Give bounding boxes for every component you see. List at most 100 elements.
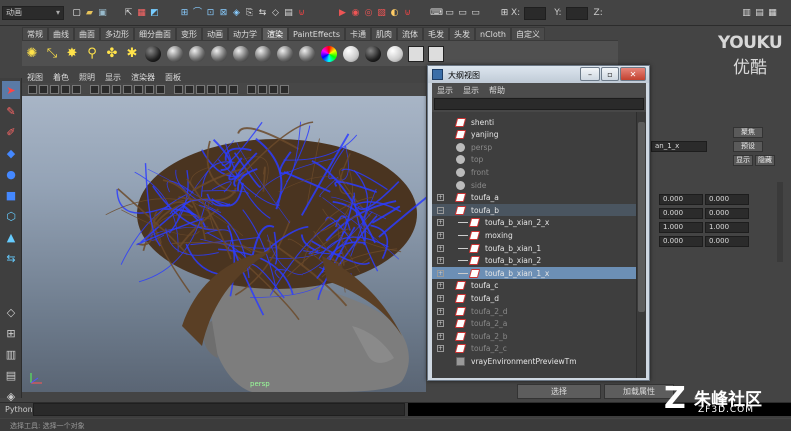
attribute-editor-toggle-icon[interactable]: ▥ xyxy=(740,7,753,20)
outliner-item[interactable]: + toufa_b_xian_1 xyxy=(432,242,636,254)
numeric-input-icon[interactable]: ⊞ xyxy=(498,7,511,20)
grid-toggle-icon[interactable] xyxy=(90,85,99,94)
resolution-gate-icon[interactable] xyxy=(112,85,121,94)
shelf-tab[interactable]: PaintEffects xyxy=(288,27,345,40)
volume-light-icon[interactable]: ✱ xyxy=(122,47,142,60)
shelf-tab[interactable]: 毛发 xyxy=(423,27,449,40)
viewport-menu-item[interactable]: 面板 xyxy=(165,72,181,83)
outliner-item[interactable]: + toufa_a xyxy=(432,192,636,204)
outliner-item[interactable]: top xyxy=(432,154,636,166)
command-input[interactable] xyxy=(33,403,405,416)
move-tool-icon[interactable]: ◆ xyxy=(2,144,20,162)
outliner-item[interactable]: shenti xyxy=(432,116,636,128)
lock-icon[interactable]: ▤ xyxy=(282,7,295,20)
two-d-pan-icon[interactable] xyxy=(72,85,81,94)
shadows-icon[interactable] xyxy=(229,85,238,94)
smooth-shade-icon[interactable] xyxy=(185,85,194,94)
xray-components-icon[interactable] xyxy=(280,85,289,94)
magnet-snap-icon[interactable]: ⊍ xyxy=(401,7,414,20)
use-all-lights-icon[interactable] xyxy=(218,85,227,94)
outliner-scroll-thumb[interactable] xyxy=(638,122,645,312)
outliner-item[interactable]: yanjing xyxy=(432,129,636,141)
snap-view-icon[interactable]: ⊠ xyxy=(217,7,230,20)
ambient-light-icon[interactable]: ✺ xyxy=(22,47,42,60)
ramp-shader-icon[interactable] xyxy=(277,45,293,62)
shelf-tab[interactable]: 动力学 xyxy=(228,27,262,40)
attr-scrollbar[interactable] xyxy=(777,182,783,262)
layout-single-icon[interactable]: ◇ xyxy=(2,303,20,321)
show-manipulator-icon[interactable]: ⇆ xyxy=(2,249,20,267)
rename-icon[interactable]: ▭ xyxy=(469,7,482,20)
wireframe-on-shaded-icon[interactable] xyxy=(196,85,205,94)
construction-history-icon[interactable]: ◇ xyxy=(269,7,282,20)
xray-joints-icon[interactable] xyxy=(269,85,278,94)
bookmark-icon[interactable] xyxy=(50,85,59,94)
image-plane-icon[interactable] xyxy=(61,85,70,94)
render-current-icon[interactable]: ◉ xyxy=(349,7,362,20)
history-icon[interactable]: ⎘ xyxy=(243,7,256,20)
menu-set-dropdown[interactable]: 动画 xyxy=(2,6,64,20)
x-field[interactable] xyxy=(524,6,547,20)
xray-icon[interactable] xyxy=(258,85,267,94)
select-hierarchy-icon[interactable]: ⇱ xyxy=(122,7,135,20)
viewport-3d[interactable]: persp xyxy=(22,96,426,392)
layered-shader-icon[interactable] xyxy=(255,45,271,62)
expand-icon[interactable]: + xyxy=(437,320,444,328)
area-light-icon[interactable]: ✤ xyxy=(102,47,122,60)
save-scene-icon[interactable]: ▣ xyxy=(96,7,109,20)
maximize-button[interactable]: ▫ xyxy=(601,67,619,81)
textured-icon[interactable] xyxy=(207,85,216,94)
outliner-item[interactable]: side xyxy=(432,179,636,191)
expand-icon[interactable]: + xyxy=(437,307,444,315)
translate-y-field[interactable]: 0.000 xyxy=(705,194,749,205)
minimize-button[interactable]: – xyxy=(580,67,600,81)
shelf-tab[interactable]: 曲面 xyxy=(74,27,100,40)
node-name-field[interactable]: an_1_x xyxy=(651,141,707,152)
phong-material-icon[interactable] xyxy=(189,45,205,62)
use-background-icon[interactable] xyxy=(365,45,381,62)
absolute-icon[interactable]: ▭ xyxy=(443,7,456,20)
expand-icon[interactable]: + xyxy=(437,345,444,353)
outliner-filter-field[interactable] xyxy=(434,98,644,110)
shelf-tab-active[interactable]: 渲染 xyxy=(262,27,288,40)
phonge-material-icon[interactable] xyxy=(211,45,227,62)
outliner-item[interactable]: + toufa_2_a xyxy=(432,318,636,330)
outliner-item[interactable]: − toufa_b xyxy=(432,204,636,217)
expand-icon[interactable]: + xyxy=(437,282,444,290)
new-scene-icon[interactable]: ▢ xyxy=(70,7,83,20)
field-chart-icon[interactable] xyxy=(134,85,143,94)
shelf-tab[interactable]: 曲线 xyxy=(48,27,74,40)
point-light-icon[interactable]: ✸ xyxy=(62,47,82,60)
shelf-tab[interactable]: 卡通 xyxy=(345,27,371,40)
outliner-item[interactable]: + toufa_2_d xyxy=(432,305,636,317)
snap-curve-icon[interactable]: ⌒ xyxy=(191,7,204,20)
outliner-item[interactable]: vrayEnvironmentPreviewTm xyxy=(432,355,636,367)
wireframe-icon[interactable] xyxy=(174,85,183,94)
blinn-material-icon[interactable] xyxy=(145,45,161,62)
expand-icon[interactable]: + xyxy=(437,194,444,202)
outliner-layout-icon[interactable]: ▤ xyxy=(2,366,20,384)
viewport-menu-item[interactable]: 显示 xyxy=(105,72,121,83)
anisotropic-material-icon[interactable] xyxy=(233,45,249,62)
viewport-menu-item[interactable]: 照明 xyxy=(79,72,95,83)
outliner-item[interactable]: + toufa_b_xian_1_x xyxy=(432,267,636,280)
shading-map-icon[interactable] xyxy=(343,45,359,62)
shelf-tab[interactable]: 常规 xyxy=(22,27,48,40)
shelf-tab[interactable]: 头发 xyxy=(449,27,475,40)
shelf-tab[interactable]: 多边形 xyxy=(100,27,134,40)
presets-button[interactable]: 预设 xyxy=(733,141,763,152)
expand-icon[interactable]: + xyxy=(437,231,444,239)
manipulator-tool-icon[interactable]: ⬡ xyxy=(2,207,20,225)
viewport-menu-item[interactable]: 渲染器 xyxy=(131,72,155,83)
close-button[interactable]: ✕ xyxy=(620,67,646,81)
select-tool-icon[interactable]: ➤ xyxy=(2,81,20,99)
snap-grid-icon[interactable]: ⊞ xyxy=(178,7,191,20)
translate-x-field[interactable]: 0.000 xyxy=(659,194,703,205)
outliner-item[interactable]: persp xyxy=(432,141,636,153)
render-layer-icon[interactable] xyxy=(408,45,424,62)
expand-icon[interactable]: + xyxy=(437,294,444,302)
shelf-tab[interactable]: 肌肉 xyxy=(371,27,397,40)
toon-shader-icon[interactable] xyxy=(387,45,403,62)
scale-x-field[interactable]: 1.000 xyxy=(659,222,703,233)
hide-button[interactable]: 隐藏 xyxy=(755,155,775,166)
